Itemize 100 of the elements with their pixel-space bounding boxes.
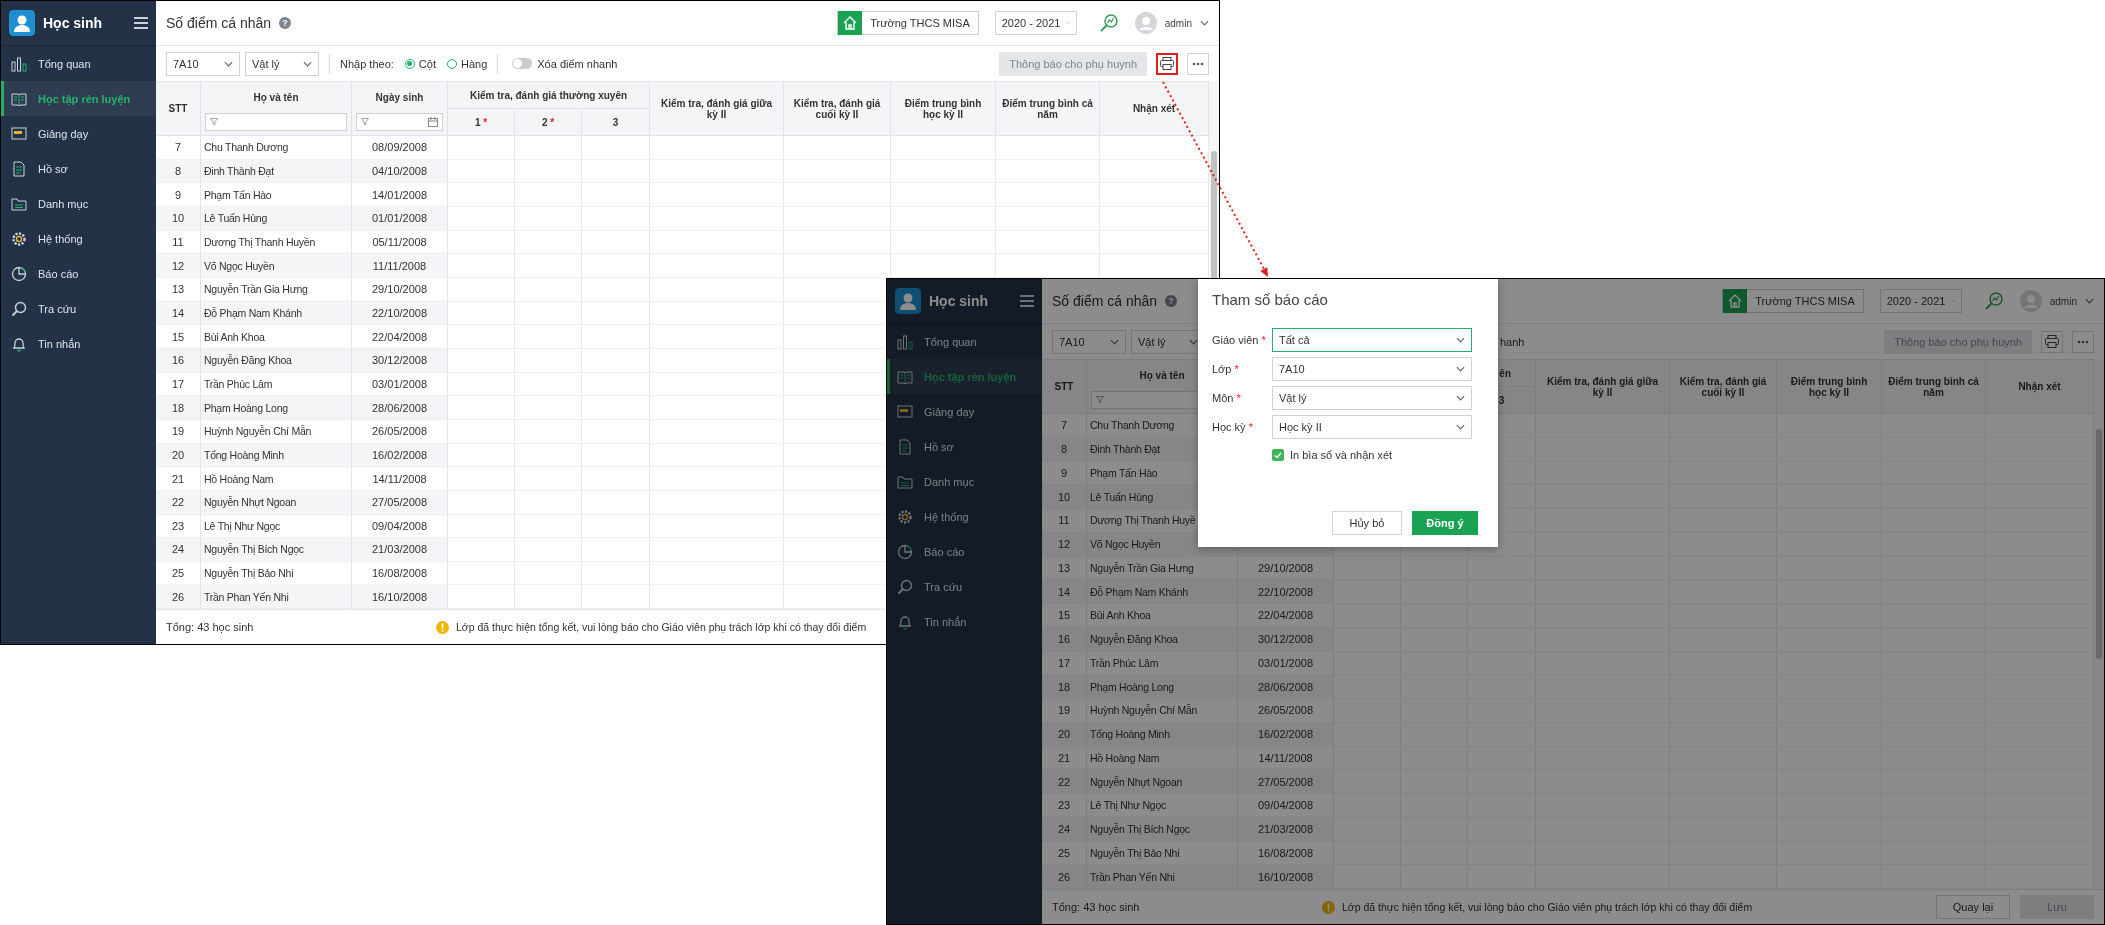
table-cell[interactable] xyxy=(891,136,996,160)
table-cell[interactable] xyxy=(448,159,515,184)
table-cell[interactable] xyxy=(515,254,582,278)
table-cell[interactable] xyxy=(582,325,650,349)
table-cell[interactable] xyxy=(891,159,996,184)
avatar-icon[interactable] xyxy=(1134,12,1157,34)
table-cell[interactable] xyxy=(515,467,582,491)
table-cell[interactable] xyxy=(448,419,515,444)
table-cell[interactable] xyxy=(650,467,784,491)
table-cell[interactable] xyxy=(448,254,515,278)
class-select[interactable]: 7A10 xyxy=(1052,329,1126,354)
table-cell[interactable] xyxy=(650,277,784,302)
avatar-icon[interactable] xyxy=(2019,290,2042,312)
cancel-button[interactable]: Hủy bỏ xyxy=(1332,511,1402,535)
table-cell[interactable] xyxy=(650,561,784,586)
table-cell[interactable] xyxy=(448,325,515,349)
confirm-button[interactable]: Đồng ý xyxy=(1412,511,1478,535)
help-icon[interactable]: ? xyxy=(1165,295,1178,307)
table-cell[interactable] xyxy=(582,372,650,397)
table-cell[interactable] xyxy=(515,325,582,349)
table-cell[interactable] xyxy=(515,136,582,160)
table-cell[interactable] xyxy=(650,538,784,562)
table-cell[interactable] xyxy=(650,443,784,468)
table-cell[interactable] xyxy=(582,514,650,539)
table-cell[interactable] xyxy=(582,396,650,420)
table-cell[interactable] xyxy=(515,419,582,444)
table-cell[interactable] xyxy=(891,206,996,231)
table-cell[interactable] xyxy=(996,183,1100,207)
table-cell[interactable] xyxy=(784,159,891,184)
table-cell[interactable] xyxy=(582,538,650,562)
table-cell[interactable] xyxy=(582,443,650,468)
radio-button[interactable]: Cột xyxy=(404,57,436,70)
user-name[interactable]: admin xyxy=(2049,295,2077,307)
table-cell[interactable] xyxy=(650,325,784,349)
table-cell[interactable] xyxy=(448,585,515,610)
class-select[interactable]: 7A10 xyxy=(166,51,240,76)
magnifier-icon[interactable] xyxy=(1983,291,2004,311)
table-cell[interactable] xyxy=(891,254,996,278)
menu-icon[interactable] xyxy=(1020,295,1034,307)
table-cell[interactable] xyxy=(448,490,515,515)
table-cell[interactable] xyxy=(650,396,784,420)
table-cell[interactable] xyxy=(515,159,582,184)
sidebar-item[interactable]: Tin nhắn xyxy=(1,326,156,361)
table-cell[interactable] xyxy=(515,277,582,302)
table-cell[interactable] xyxy=(515,348,582,373)
table-cell[interactable] xyxy=(582,561,650,586)
table-cell[interactable] xyxy=(515,372,582,397)
table-cell[interactable] xyxy=(650,585,784,610)
table-cell[interactable] xyxy=(515,443,582,468)
table-cell[interactable] xyxy=(515,301,582,326)
sidebar-item[interactable]: Hồ sơ xyxy=(1,151,156,186)
scrollbar[interactable] xyxy=(2096,429,2102,659)
sidebar-item[interactable]: Hệ thống xyxy=(1,221,156,256)
sidebar-item[interactable]: Báo cáo xyxy=(1,256,156,291)
year-select[interactable]: 2020 - 2021 xyxy=(994,11,1077,35)
checkbox[interactable] xyxy=(1272,449,1284,461)
table-cell[interactable] xyxy=(515,561,582,586)
table-cell[interactable] xyxy=(996,206,1100,231)
table-cell[interactable] xyxy=(448,136,515,160)
more-button[interactable] xyxy=(2072,330,2094,353)
footer-button[interactable]: Quay lại xyxy=(1936,895,2010,919)
table-cell[interactable] xyxy=(784,230,891,255)
table-cell[interactable] xyxy=(784,136,891,160)
table-cell[interactable] xyxy=(448,372,515,397)
table-cell[interactable] xyxy=(448,206,515,231)
table-cell[interactable] xyxy=(996,159,1100,184)
table-cell[interactable] xyxy=(582,183,650,207)
table-cell[interactable] xyxy=(650,419,784,444)
table-cell[interactable] xyxy=(582,254,650,278)
table-cell[interactable] xyxy=(650,136,784,160)
table-cell[interactable] xyxy=(650,206,784,231)
sidebar-item[interactable]: Giảng dạy xyxy=(1,116,156,151)
table-cell[interactable] xyxy=(650,490,784,515)
table-cell[interactable] xyxy=(515,514,582,539)
dropdown-field[interactable]: Học kỳ II xyxy=(1272,415,1472,439)
table-cell[interactable] xyxy=(784,183,891,207)
table-cell[interactable] xyxy=(582,206,650,231)
dropdown-field[interactable]: Vật lý xyxy=(1272,386,1472,410)
table-cell[interactable] xyxy=(582,585,650,610)
table-cell[interactable] xyxy=(784,254,891,278)
user-name[interactable]: admin xyxy=(1164,17,1192,29)
table-cell[interactable] xyxy=(448,277,515,302)
table-cell[interactable] xyxy=(996,136,1100,160)
table-cell[interactable] xyxy=(996,230,1100,255)
table-cell[interactable] xyxy=(448,301,515,326)
filter-field[interactable] xyxy=(356,113,443,131)
dropdown-field[interactable]: Tất cả xyxy=(1272,328,1472,352)
table-cell[interactable] xyxy=(448,514,515,539)
table-cell[interactable] xyxy=(582,159,650,184)
table-cell[interactable] xyxy=(650,159,784,184)
table-cell[interactable] xyxy=(650,301,784,326)
table-cell[interactable] xyxy=(448,467,515,491)
table-cell[interactable] xyxy=(515,490,582,515)
table-cell[interactable] xyxy=(515,206,582,231)
table-cell[interactable] xyxy=(515,538,582,562)
table-cell[interactable] xyxy=(891,183,996,207)
table-cell[interactable] xyxy=(448,230,515,255)
school-button[interactable]: Trường THCS MISA xyxy=(837,11,979,35)
table-cell[interactable] xyxy=(515,396,582,420)
radio-button[interactable]: Hàng xyxy=(446,57,488,70)
